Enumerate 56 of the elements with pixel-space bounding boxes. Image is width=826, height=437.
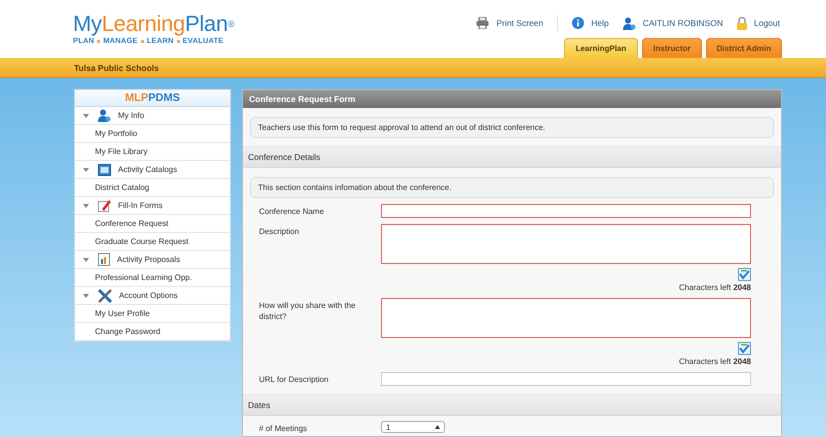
caret-icon [83,202,89,208]
nav-tab[interactable]: Instructor [642,38,702,58]
logo: MyLearningPlan$^{®}$ [73,12,234,36]
form-title: Conference Request Form [249,94,356,104]
sidebar-group[interactable]: Activity Catalogs [75,161,230,179]
top-link[interactable]: Help [572,17,609,29]
info-icon [572,17,584,29]
section-title: Conference Details [248,152,320,162]
sidebar-group[interactable]: Account Options [75,287,230,305]
spellcheck-icon[interactable] [738,342,751,355]
sidebar-item[interactable]: My Portfolio [75,125,230,143]
pencil-icon [98,199,111,212]
sidebar-title: MLPPDMS [75,90,230,107]
tools-icon [98,288,112,302]
characters-left: Characters left 2048 [678,283,751,292]
field-label: # of Meetings [259,423,308,434]
spellcheck-icon[interactable] [738,268,751,281]
nav-tab[interactable]: LearningPlan [564,38,638,58]
sidebar-group[interactable]: Fill-In Forms [75,197,230,215]
caret-icon [83,292,89,298]
text-field[interactable] [381,204,751,218]
sidebar-item[interactable]: My File Library [75,143,230,161]
sidebar-group[interactable]: My Info [75,107,230,125]
caret-icon [83,256,89,262]
padlock-icon [737,16,747,30]
caret-icon [83,166,89,172]
catalog-icon [98,164,111,176]
chart-icon [98,253,110,266]
field-label: How will you share with the district? [259,300,356,323]
sidebar-group[interactable]: Activity Proposals [75,251,230,269]
user-icon [98,109,111,122]
sidebar-item[interactable]: Conference Request [75,215,230,233]
user-icon [622,16,636,30]
top-link[interactable]: Logout [737,16,780,30]
top-link[interactable]: Print Screen [476,17,544,29]
text-area[interactable] [381,298,751,338]
text-area[interactable] [381,224,751,264]
characters-left: Characters left 2048 [678,357,751,366]
sidebar-item[interactable]: District Catalog [75,179,230,197]
info-text: This section contains infomation about the conference. [258,183,452,192]
text-field[interactable] [381,372,751,386]
caret-icon [83,112,89,118]
sidebar-item[interactable]: My User Profile [75,305,230,323]
field-label: Description [259,226,300,238]
intro-text: Teachers use this form to request approval to attend an out of district conference. [258,123,546,132]
nav-tab[interactable]: District Admin [706,38,782,58]
number-spinner[interactable]: 1 [381,421,445,433]
sidebar-item[interactable]: Change Password [75,323,230,341]
sidebar-item[interactable]: Professional Learning Opp. [75,269,230,287]
sidebar-item[interactable]: Graduate Course Request [75,233,230,251]
field-label: Conference Name [259,206,325,218]
printer-icon [476,17,490,29]
district-name: Tulsa Public Schools [74,62,159,72]
section-title: Dates [248,400,270,410]
top-link[interactable]: CAITLIN ROBINSON [622,16,723,30]
field-label: URL for Description [259,374,330,386]
